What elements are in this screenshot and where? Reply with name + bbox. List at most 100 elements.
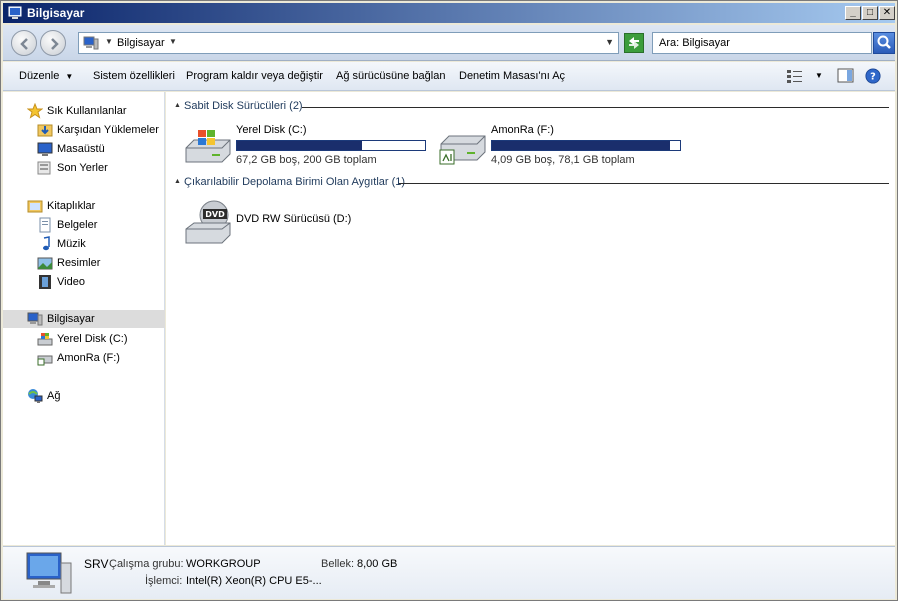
- drive-usage-bar: [491, 140, 681, 151]
- forward-arrow-icon: [51, 38, 59, 50]
- close-button[interactable]: ✕: [879, 6, 895, 20]
- desktop-icon: [37, 142, 53, 156]
- breadcrumb-computer[interactable]: Bilgisayar: [117, 37, 165, 49]
- help-icon[interactable]: ?: [864, 68, 882, 84]
- change-view-icon[interactable]: [786, 68, 804, 84]
- dvd-drive-icon: DVD: [185, 200, 231, 244]
- drive-space-info: 4,09 GB boş, 78,1 GB toplam: [491, 154, 635, 166]
- uninstall-program-button[interactable]: Program kaldır veya değiştir: [186, 70, 323, 82]
- organize-menu[interactable]: Düzenle ▼: [19, 70, 73, 82]
- sidebar-item-label: Masaüstü: [57, 143, 105, 155]
- star-icon: [27, 103, 43, 119]
- computer-icon: [27, 312, 43, 326]
- sidebar-item-label: Bilgisayar: [47, 313, 95, 325]
- network-drive-icon: [439, 135, 486, 165]
- sidebar-item-recent[interactable]: Son Yerler: [3, 159, 165, 177]
- computer-icon: [26, 552, 72, 594]
- downloads-folder-icon: [37, 124, 53, 137]
- music-note-icon: [43, 236, 50, 251]
- sidebar-item-label: Resimler: [57, 257, 101, 269]
- details-pane: SRV Çalışma grubu: WORKGROUP Bellek: 8,0…: [3, 546, 895, 599]
- workgroup-label: Çalışma grubu:: [109, 558, 184, 570]
- drive-usage-fill: [237, 141, 362, 150]
- sidebar-item-label: Belgeler: [57, 219, 98, 231]
- sidebar-item-libraries[interactable]: Kitaplıklar: [3, 197, 165, 215]
- dvd-badge-text: DVD: [205, 210, 225, 219]
- refresh-button[interactable]: [624, 33, 644, 53]
- back-button[interactable]: [11, 30, 37, 56]
- drive-f-tile[interactable]: AmonRa (F:) 4,09 GB boş, 78,1 GB toplam: [439, 124, 684, 168]
- drive-name: DVD RW Sürücüsü (D:): [236, 213, 352, 225]
- sidebar-item-label: Müzik: [57, 238, 86, 250]
- sidebar-item-drive-f[interactable]: AmonRa (F:): [3, 349, 165, 367]
- drive-usage-fill: [492, 141, 671, 150]
- system-drive-icon: [37, 333, 53, 346]
- computer-icon: [83, 36, 99, 50]
- sidebar-item-network[interactable]: Ağ: [3, 387, 165, 405]
- back-arrow-icon: [20, 38, 28, 50]
- sidebar-item-drive-c[interactable]: Yerel Disk (C:): [3, 330, 165, 348]
- group-header-removable[interactable]: ▲ Çıkarılabilir Depolama Birimi Olan Ayg…: [174, 175, 889, 191]
- drive-space-info: 67,2 GB boş, 200 GB toplam: [236, 154, 377, 166]
- sidebar-item-video[interactable]: Video: [3, 273, 165, 291]
- search-icon: [877, 35, 891, 49]
- drive-usage-bar: [236, 140, 426, 151]
- memory-label: Bellek:: [321, 558, 355, 570]
- group-divider: [302, 107, 889, 108]
- group-title: Çıkarılabilir Depolama Birimi Olan Aygıt…: [184, 176, 406, 188]
- content-pane: ▲ Sabit Disk Sürücüleri (2) Yerel Disk (…: [166, 92, 895, 545]
- sidebar-item-label: Ağ: [47, 390, 61, 402]
- map-network-drive-button[interactable]: Ağ sürücüsüne bağlan: [336, 70, 445, 82]
- navigation-pane: Sık Kullanılanlar Karşıdan Yüklemeler Ma…: [3, 92, 165, 545]
- drive-name: Yerel Disk (C:): [236, 124, 307, 136]
- pictures-icon: [37, 257, 53, 270]
- breadcrumb-chevron-icon[interactable]: ▼: [169, 37, 177, 46]
- title-bar[interactable]: Bilgisayar _ □ ✕: [3, 3, 895, 23]
- maximize-button[interactable]: □: [862, 6, 878, 20]
- explorer-window: Bilgisayar _ □ ✕ ▼ Bilgisayar ▼ ▼ Ara: B…: [0, 0, 898, 601]
- collapse-triangle-icon[interactable]: ▲: [174, 102, 181, 109]
- svg-text:?: ?: [870, 72, 876, 83]
- video-film-icon: [39, 275, 51, 289]
- cpu-label: İşlemci:: [145, 575, 183, 587]
- sidebar-item-label: AmonRa (F:): [57, 352, 120, 364]
- address-row: ▼ Bilgisayar ▼ ▼ Ara: Bilgisayar: [3, 25, 895, 61]
- group-title: Sabit Disk Sürücüleri (2): [184, 100, 303, 112]
- dvd-drive-tile[interactable]: DVD DVD RW Sürücüsü (D:): [184, 200, 384, 245]
- sidebar-item-label: Kitaplıklar: [47, 200, 96, 212]
- group-header-hard-disks[interactable]: ▲ Sabit Disk Sürücüleri (2): [174, 99, 889, 115]
- network-icon: [28, 389, 43, 403]
- network-drive-icon: [37, 355, 53, 366]
- address-history-dropdown-icon[interactable]: ▼: [605, 37, 614, 47]
- sidebar-item-label: Yerel Disk (C:): [57, 333, 128, 345]
- documents-icon: [39, 217, 51, 233]
- recent-places-icon: [37, 161, 51, 175]
- sidebar-item-music[interactable]: Müzik: [3, 235, 165, 253]
- view-options-chevron-icon[interactable]: ▼: [815, 71, 823, 80]
- search-button[interactable]: [873, 32, 895, 54]
- forward-button[interactable]: [40, 30, 66, 56]
- sidebar-item-label: Sık Kullanılanlar: [47, 105, 127, 117]
- sidebar-item-favorites[interactable]: Sık Kullanılanlar: [3, 102, 165, 120]
- open-control-panel-button[interactable]: Denetim Masası'nı Aç: [459, 70, 565, 82]
- computer-name: SRV: [84, 557, 109, 571]
- libraries-icon: [27, 200, 43, 213]
- collapse-triangle-icon[interactable]: ▲: [174, 178, 181, 185]
- sidebar-item-computer[interactable]: Bilgisayar: [3, 310, 165, 328]
- sidebar-item-pictures[interactable]: Resimler: [3, 254, 165, 272]
- group-divider: [399, 183, 889, 184]
- search-input[interactable]: Ara: Bilgisayar: [652, 32, 872, 54]
- sidebar-item-label: Video: [57, 276, 85, 288]
- minimize-button[interactable]: _: [845, 6, 861, 20]
- system-drive-icon: [185, 130, 231, 163]
- sidebar-item-documents[interactable]: Belgeler: [3, 216, 165, 234]
- breadcrumb-chevron-icon[interactable]: ▼: [105, 37, 113, 46]
- organize-label: Düzenle: [19, 70, 60, 82]
- sidebar-item-desktop[interactable]: Masaüstü: [3, 140, 165, 158]
- sidebar-item-downloads[interactable]: Karşıdan Yüklemeler: [3, 121, 165, 139]
- address-bar[interactable]: ▼ Bilgisayar ▼ ▼: [78, 32, 619, 54]
- drive-c-tile[interactable]: Yerel Disk (C:) 67,2 GB boş, 200 GB topl…: [184, 124, 429, 168]
- preview-pane-icon[interactable]: [837, 68, 855, 84]
- system-properties-button[interactable]: Sistem özellikleri: [93, 70, 175, 82]
- drive-name: AmonRa (F:): [491, 124, 554, 136]
